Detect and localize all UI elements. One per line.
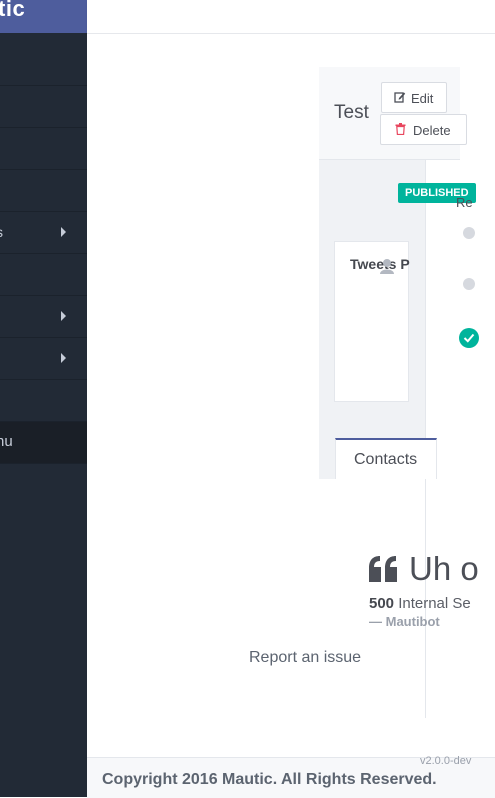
chevron-right-icon — [61, 353, 66, 363]
delete-label: Delete — [413, 123, 451, 138]
quote-icon — [369, 556, 399, 587]
sidebar-item-4[interactable] — [0, 170, 87, 212]
edit-button[interactable]: Edit — [381, 82, 447, 113]
edit-icon — [394, 91, 406, 106]
sidebar-item-label: nu — [0, 433, 13, 450]
copyright-text: Copyright 2016 Mautic. All Rights Reserv… — [102, 771, 437, 788]
error-message: 500 Internal Se — [369, 595, 471, 612]
sidebar-item-6[interactable] — [0, 254, 87, 296]
tab-label: Contacts — [354, 451, 418, 468]
recent-activity-heading: Re — [456, 195, 473, 210]
chevron-right-icon — [61, 311, 66, 321]
error-heading-text: Uh o — [409, 550, 479, 587]
sidebar-item-5[interactable]: s — [0, 212, 87, 254]
error-text: Internal Se — [398, 595, 471, 612]
sidebar-item-menu[interactable]: nu — [0, 422, 87, 464]
sidebar-item-2[interactable] — [0, 86, 87, 128]
sidebar-item-7[interactable] — [0, 296, 87, 338]
top-navbar — [87, 0, 495, 34]
error-code: 500 — [369, 595, 395, 612]
version-label: v2.0.0-dev — [420, 755, 472, 767]
timeline-dot — [463, 227, 475, 239]
sidebar-item-label: s — [0, 224, 3, 240]
timeline-dot — [463, 278, 475, 290]
delete-button[interactable]: Delete — [380, 114, 467, 145]
sidebar-item-1[interactable] — [0, 44, 87, 86]
report-issue-link[interactable]: Report an issue — [249, 649, 361, 667]
user-icon — [379, 258, 395, 274]
sidebar-item-9[interactable] — [0, 380, 87, 422]
tab-contacts[interactable]: Contacts — [335, 438, 437, 479]
error-attribution: — Mautibot — [369, 614, 440, 629]
sidebar-item-3[interactable] — [0, 128, 87, 170]
edit-label: Edit — [411, 91, 434, 106]
brand-logo[interactable]: tic — [0, 0, 87, 33]
chevron-right-icon — [61, 227, 66, 237]
trash-icon — [395, 123, 406, 138]
sidebar-item-8[interactable] — [0, 338, 87, 380]
page-title: Test — [334, 102, 369, 123]
logo-text: tic — [0, 0, 26, 21]
sidebar: tic s nu — [0, 0, 87, 797]
check-icon — [459, 328, 479, 348]
